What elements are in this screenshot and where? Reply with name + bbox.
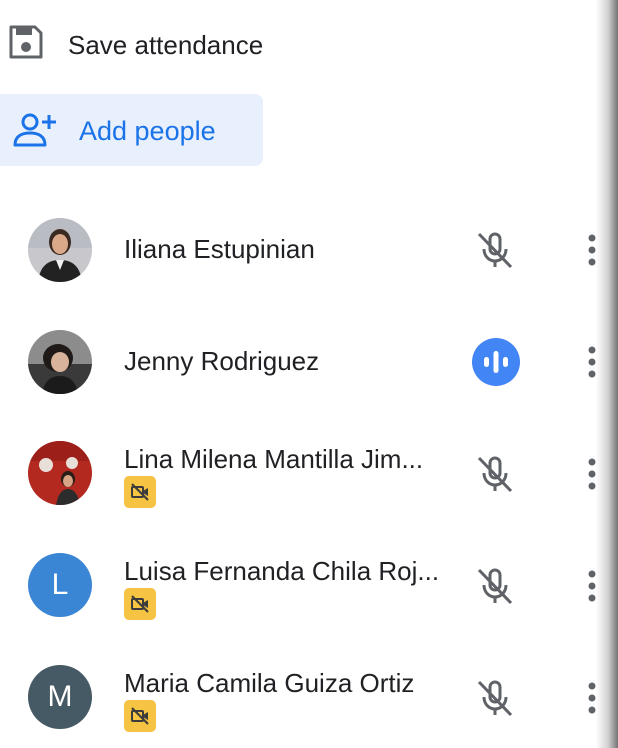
participant-row: Lina Milena Mantilla Jim... [0, 424, 600, 524]
participant-row: Iliana Estupinian [0, 200, 600, 300]
participant-name: Iliana Estupinian [124, 234, 315, 264]
speaking-indicator [472, 338, 520, 386]
person-add-icon [13, 113, 56, 147]
add-people-label: Add people [79, 116, 216, 146]
more-options-icon[interactable] [580, 230, 604, 270]
camera-off-badge [124, 588, 156, 620]
more-options-icon[interactable] [580, 342, 604, 382]
mic-off-icon[interactable] [472, 451, 518, 497]
save-icon [9, 25, 43, 59]
avatar [28, 330, 92, 394]
avatar [28, 218, 92, 282]
participant-row: M Maria Camila Guiza Ortiz [0, 648, 600, 748]
participant-row: Jenny Rodriguez [0, 312, 600, 412]
avatar-initial: M [47, 680, 73, 713]
participant-name: Lina Milena Mantilla Jim... [124, 444, 424, 474]
more-options-icon[interactable] [580, 566, 604, 606]
participant-name: Luisa Fernanda Chila Roj... [124, 556, 440, 586]
more-options-icon[interactable] [580, 678, 604, 718]
camera-off-icon [131, 707, 149, 725]
avatar-initial: L [51, 568, 69, 601]
camera-off-badge [124, 476, 156, 508]
add-people-button[interactable]: Add people [0, 94, 263, 166]
save-attendance-label: Save attendance [68, 30, 264, 60]
audio-level-icon [484, 351, 508, 373]
participant-name: Maria Camila Guiza Ortiz [124, 668, 415, 698]
camera-off-badge [124, 700, 156, 732]
avatar: L [28, 553, 92, 617]
avatar: M [28, 665, 92, 729]
participant-name: Jenny Rodriguez [124, 346, 320, 376]
more-options-icon[interactable] [580, 454, 604, 494]
mic-off-icon[interactable] [472, 227, 518, 273]
save-attendance-button[interactable]: Save attendance [0, 12, 560, 76]
camera-off-icon [131, 595, 149, 613]
mic-off-icon[interactable] [472, 675, 518, 721]
avatar [28, 441, 92, 505]
camera-off-icon [131, 483, 149, 501]
participant-row: L Luisa Fernanda Chila Roj... [0, 536, 600, 636]
mic-off-icon[interactable] [472, 563, 518, 609]
